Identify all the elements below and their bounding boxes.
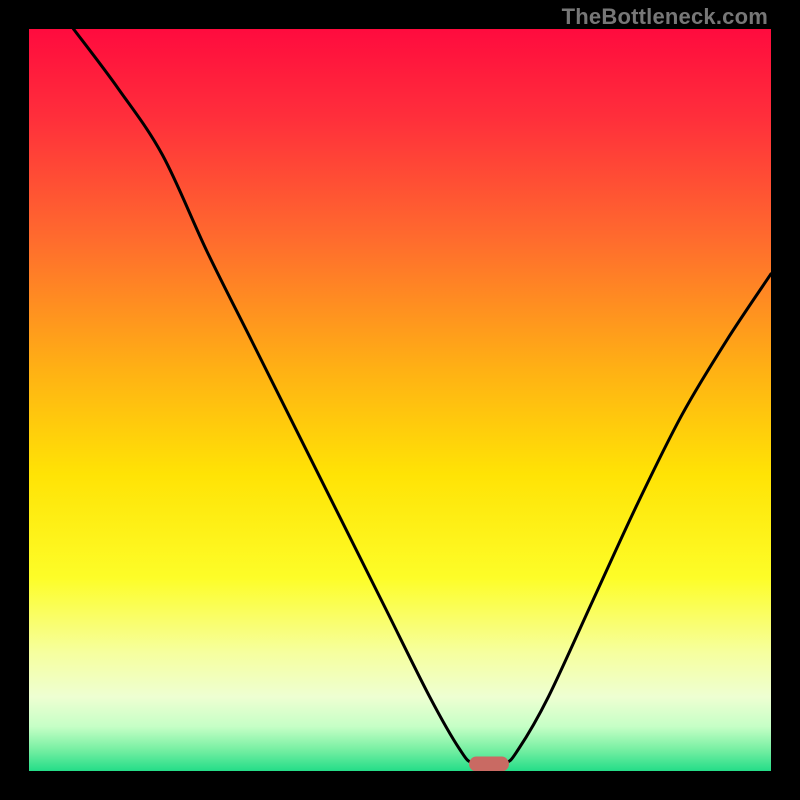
chart-frame: TheBottleneck.com [0,0,800,800]
curve-path [74,29,771,765]
optimum-marker [469,756,509,771]
bottleneck-curve [29,29,771,771]
plot-area [29,29,771,771]
watermark-text: TheBottleneck.com [562,4,768,30]
